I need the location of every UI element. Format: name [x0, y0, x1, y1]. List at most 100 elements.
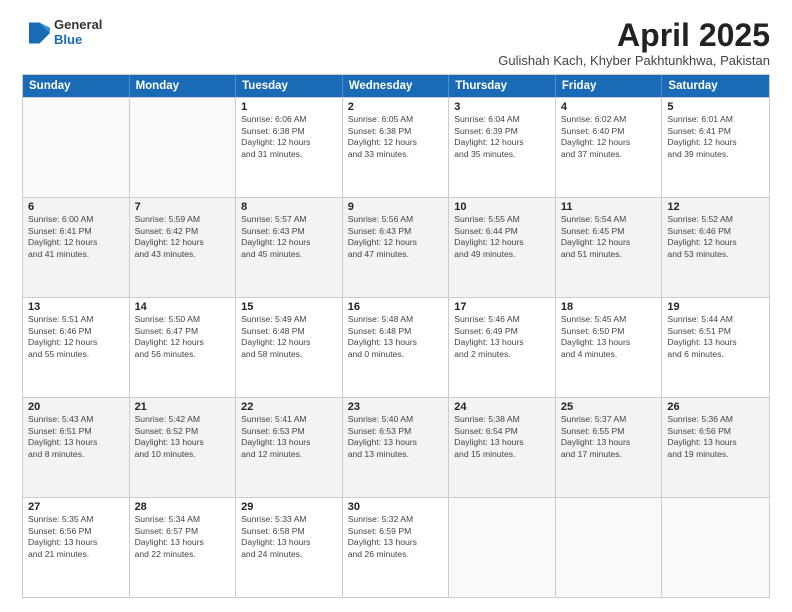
- calendar-day-cell: 7Sunrise: 5:59 AM Sunset: 6:42 PM Daylig…: [130, 198, 237, 297]
- calendar-day-cell: 16Sunrise: 5:48 AM Sunset: 6:48 PM Dayli…: [343, 298, 450, 397]
- calendar-day-cell: 5Sunrise: 6:01 AM Sunset: 6:41 PM Daylig…: [662, 98, 769, 197]
- calendar: SundayMondayTuesdayWednesdayThursdayFrid…: [22, 74, 770, 598]
- cell-date-number: 8: [241, 201, 337, 213]
- cell-daylight-info: Sunrise: 5:49 AM Sunset: 6:48 PM Dayligh…: [241, 314, 337, 360]
- cell-date-number: 25: [561, 401, 657, 413]
- cell-date-number: 18: [561, 301, 657, 313]
- calendar-header-cell: Monday: [130, 75, 237, 97]
- calendar-empty-cell: [449, 498, 556, 597]
- cell-daylight-info: Sunrise: 5:37 AM Sunset: 6:55 PM Dayligh…: [561, 414, 657, 460]
- cell-date-number: 19: [667, 301, 764, 313]
- calendar-day-cell: 12Sunrise: 5:52 AM Sunset: 6:46 PM Dayli…: [662, 198, 769, 297]
- month-title: April 2025: [498, 18, 770, 53]
- cell-daylight-info: Sunrise: 5:51 AM Sunset: 6:46 PM Dayligh…: [28, 314, 124, 360]
- calendar-header-cell: Tuesday: [236, 75, 343, 97]
- cell-date-number: 29: [241, 501, 337, 513]
- calendar-day-cell: 19Sunrise: 5:44 AM Sunset: 6:51 PM Dayli…: [662, 298, 769, 397]
- calendar-header-cell: Thursday: [449, 75, 556, 97]
- cell-daylight-info: Sunrise: 5:36 AM Sunset: 6:56 PM Dayligh…: [667, 414, 764, 460]
- calendar-day-cell: 3Sunrise: 6:04 AM Sunset: 6:39 PM Daylig…: [449, 98, 556, 197]
- cell-daylight-info: Sunrise: 5:45 AM Sunset: 6:50 PM Dayligh…: [561, 314, 657, 360]
- cell-date-number: 22: [241, 401, 337, 413]
- cell-date-number: 15: [241, 301, 337, 313]
- cell-daylight-info: Sunrise: 5:48 AM Sunset: 6:48 PM Dayligh…: [348, 314, 444, 360]
- calendar-header-cell: Wednesday: [343, 75, 450, 97]
- cell-date-number: 5: [667, 101, 764, 113]
- cell-date-number: 16: [348, 301, 444, 313]
- calendar-week-row: 1Sunrise: 6:06 AM Sunset: 6:38 PM Daylig…: [23, 97, 769, 197]
- cell-date-number: 9: [348, 201, 444, 213]
- cell-date-number: 28: [135, 501, 231, 513]
- calendar-day-cell: 11Sunrise: 5:54 AM Sunset: 6:45 PM Dayli…: [556, 198, 663, 297]
- calendar-day-cell: 13Sunrise: 5:51 AM Sunset: 6:46 PM Dayli…: [23, 298, 130, 397]
- cell-date-number: 12: [667, 201, 764, 213]
- calendar-empty-cell: [130, 98, 237, 197]
- calendar-day-cell: 6Sunrise: 6:00 AM Sunset: 6:41 PM Daylig…: [23, 198, 130, 297]
- cell-date-number: 17: [454, 301, 550, 313]
- cell-daylight-info: Sunrise: 5:44 AM Sunset: 6:51 PM Dayligh…: [667, 314, 764, 360]
- title-block: April 2025 Gulishah Kach, Khyber Pakhtun…: [498, 18, 770, 68]
- cell-date-number: 23: [348, 401, 444, 413]
- calendar-day-cell: 10Sunrise: 5:55 AM Sunset: 6:44 PM Dayli…: [449, 198, 556, 297]
- cell-daylight-info: Sunrise: 6:05 AM Sunset: 6:38 PM Dayligh…: [348, 114, 444, 160]
- calendar-empty-cell: [662, 498, 769, 597]
- calendar-day-cell: 21Sunrise: 5:42 AM Sunset: 6:52 PM Dayli…: [130, 398, 237, 497]
- cell-daylight-info: Sunrise: 5:57 AM Sunset: 6:43 PM Dayligh…: [241, 214, 337, 260]
- calendar-body: 1Sunrise: 6:06 AM Sunset: 6:38 PM Daylig…: [23, 97, 769, 597]
- calendar-day-cell: 17Sunrise: 5:46 AM Sunset: 6:49 PM Dayli…: [449, 298, 556, 397]
- cell-date-number: 2: [348, 101, 444, 113]
- calendar-day-cell: 28Sunrise: 5:34 AM Sunset: 6:57 PM Dayli…: [130, 498, 237, 597]
- cell-daylight-info: Sunrise: 6:02 AM Sunset: 6:40 PM Dayligh…: [561, 114, 657, 160]
- calendar-day-cell: 24Sunrise: 5:38 AM Sunset: 6:54 PM Dayli…: [449, 398, 556, 497]
- calendar-week-row: 20Sunrise: 5:43 AM Sunset: 6:51 PM Dayli…: [23, 397, 769, 497]
- calendar-day-cell: 23Sunrise: 5:40 AM Sunset: 6:53 PM Dayli…: [343, 398, 450, 497]
- cell-date-number: 4: [561, 101, 657, 113]
- calendar-week-row: 27Sunrise: 5:35 AM Sunset: 6:56 PM Dayli…: [23, 497, 769, 597]
- logo-text: General Blue: [54, 18, 102, 48]
- cell-daylight-info: Sunrise: 5:59 AM Sunset: 6:42 PM Dayligh…: [135, 214, 231, 260]
- calendar-day-cell: 4Sunrise: 6:02 AM Sunset: 6:40 PM Daylig…: [556, 98, 663, 197]
- location-subtitle: Gulishah Kach, Khyber Pakhtunkhwa, Pakis…: [498, 53, 770, 68]
- cell-date-number: 3: [454, 101, 550, 113]
- logo-general: General: [54, 18, 102, 33]
- calendar-header-cell: Friday: [556, 75, 663, 97]
- cell-daylight-info: Sunrise: 5:34 AM Sunset: 6:57 PM Dayligh…: [135, 514, 231, 560]
- cell-daylight-info: Sunrise: 5:56 AM Sunset: 6:43 PM Dayligh…: [348, 214, 444, 260]
- cell-daylight-info: Sunrise: 5:46 AM Sunset: 6:49 PM Dayligh…: [454, 314, 550, 360]
- cell-daylight-info: Sunrise: 5:41 AM Sunset: 6:53 PM Dayligh…: [241, 414, 337, 460]
- calendar-header-cell: Saturday: [662, 75, 769, 97]
- cell-date-number: 1: [241, 101, 337, 113]
- calendar-day-cell: 18Sunrise: 5:45 AM Sunset: 6:50 PM Dayli…: [556, 298, 663, 397]
- calendar-header-cell: Sunday: [23, 75, 130, 97]
- page: General Blue April 2025 Gulishah Kach, K…: [0, 0, 792, 612]
- cell-date-number: 11: [561, 201, 657, 213]
- calendar-empty-cell: [556, 498, 663, 597]
- cell-daylight-info: Sunrise: 5:50 AM Sunset: 6:47 PM Dayligh…: [135, 314, 231, 360]
- calendar-day-cell: 25Sunrise: 5:37 AM Sunset: 6:55 PM Dayli…: [556, 398, 663, 497]
- calendar-day-cell: 30Sunrise: 5:32 AM Sunset: 6:59 PM Dayli…: [343, 498, 450, 597]
- cell-daylight-info: Sunrise: 5:43 AM Sunset: 6:51 PM Dayligh…: [28, 414, 124, 460]
- logo-icon: [22, 19, 50, 47]
- cell-date-number: 6: [28, 201, 124, 213]
- cell-daylight-info: Sunrise: 6:04 AM Sunset: 6:39 PM Dayligh…: [454, 114, 550, 160]
- cell-daylight-info: Sunrise: 6:00 AM Sunset: 6:41 PM Dayligh…: [28, 214, 124, 260]
- cell-date-number: 10: [454, 201, 550, 213]
- logo-blue: Blue: [54, 33, 102, 48]
- cell-daylight-info: Sunrise: 6:01 AM Sunset: 6:41 PM Dayligh…: [667, 114, 764, 160]
- cell-daylight-info: Sunrise: 6:06 AM Sunset: 6:38 PM Dayligh…: [241, 114, 337, 160]
- cell-daylight-info: Sunrise: 5:55 AM Sunset: 6:44 PM Dayligh…: [454, 214, 550, 260]
- calendar-day-cell: 2Sunrise: 6:05 AM Sunset: 6:38 PM Daylig…: [343, 98, 450, 197]
- calendar-header-row: SundayMondayTuesdayWednesdayThursdayFrid…: [23, 75, 769, 97]
- calendar-day-cell: 27Sunrise: 5:35 AM Sunset: 6:56 PM Dayli…: [23, 498, 130, 597]
- cell-date-number: 30: [348, 501, 444, 513]
- logo: General Blue: [22, 18, 102, 48]
- calendar-day-cell: 9Sunrise: 5:56 AM Sunset: 6:43 PM Daylig…: [343, 198, 450, 297]
- cell-date-number: 24: [454, 401, 550, 413]
- cell-daylight-info: Sunrise: 5:40 AM Sunset: 6:53 PM Dayligh…: [348, 414, 444, 460]
- cell-daylight-info: Sunrise: 5:32 AM Sunset: 6:59 PM Dayligh…: [348, 514, 444, 560]
- calendar-day-cell: 20Sunrise: 5:43 AM Sunset: 6:51 PM Dayli…: [23, 398, 130, 497]
- cell-daylight-info: Sunrise: 5:54 AM Sunset: 6:45 PM Dayligh…: [561, 214, 657, 260]
- calendar-empty-cell: [23, 98, 130, 197]
- calendar-day-cell: 14Sunrise: 5:50 AM Sunset: 6:47 PM Dayli…: [130, 298, 237, 397]
- cell-daylight-info: Sunrise: 5:35 AM Sunset: 6:56 PM Dayligh…: [28, 514, 124, 560]
